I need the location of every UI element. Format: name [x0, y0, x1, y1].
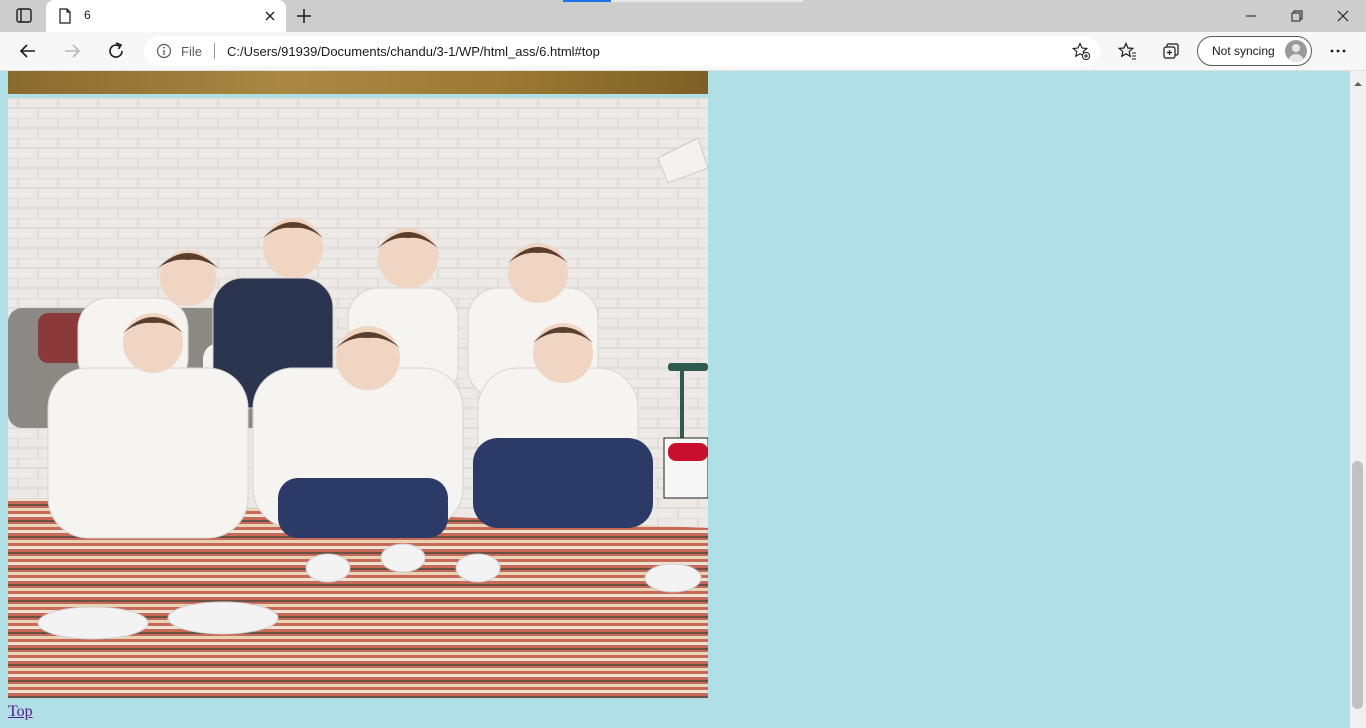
scheme-label: File [181, 44, 202, 59]
forward-arrow-icon[interactable] [59, 39, 85, 63]
browser-toolbar: File C:/Users/91939/Documents/chandu/3-1… [0, 32, 1366, 71]
window-drag-indicator [563, 0, 611, 2]
star-plus-icon[interactable] [1071, 42, 1091, 65]
vertical-scrollbar[interactable] [1350, 71, 1366, 728]
avatar [1285, 40, 1307, 62]
group-photo [8, 98, 708, 698]
minimize-button[interactable] [1228, 0, 1274, 32]
sync-status-label: Not syncing [1212, 44, 1275, 58]
scroll-up-icon[interactable] [1354, 75, 1362, 93]
tab-actions-icon[interactable] [12, 6, 36, 26]
page-icon [58, 8, 72, 29]
info-icon[interactable] [156, 43, 172, 64]
scrollbar-thumb[interactable] [1352, 461, 1363, 709]
profile-sync-button[interactable]: Not syncing [1197, 36, 1312, 66]
refresh-icon[interactable] [103, 39, 129, 63]
close-window-button[interactable] [1320, 0, 1366, 32]
close-icon[interactable] [262, 8, 278, 24]
address-separator [214, 43, 215, 59]
restore-button[interactable] [1274, 0, 1320, 32]
minimize-icon [1246, 15, 1256, 17]
back-arrow-icon[interactable] [15, 39, 41, 63]
browser-tab[interactable]: 6 [46, 0, 286, 32]
address-bar[interactable]: File C:/Users/91939/Documents/chandu/3-1… [144, 36, 1100, 66]
window-drag-indicator-track [611, 0, 803, 2]
restore-icon [1291, 10, 1303, 22]
url-text[interactable]: C:/Users/91939/Documents/chandu/3-1/WP/h… [227, 44, 600, 59]
plus-icon[interactable] [294, 7, 314, 25]
collections-icon[interactable] [1158, 39, 1184, 63]
top-link[interactable]: Top [8, 703, 33, 721]
more-icon[interactable] [1325, 39, 1351, 63]
close-window-icon [1337, 10, 1349, 22]
favorites-icon[interactable] [1114, 39, 1140, 63]
previous-image-bottom [8, 71, 708, 94]
tab-strip: 6 [0, 0, 1366, 32]
page-viewport: Top [0, 71, 1350, 728]
tab-title: 6 [84, 8, 91, 22]
